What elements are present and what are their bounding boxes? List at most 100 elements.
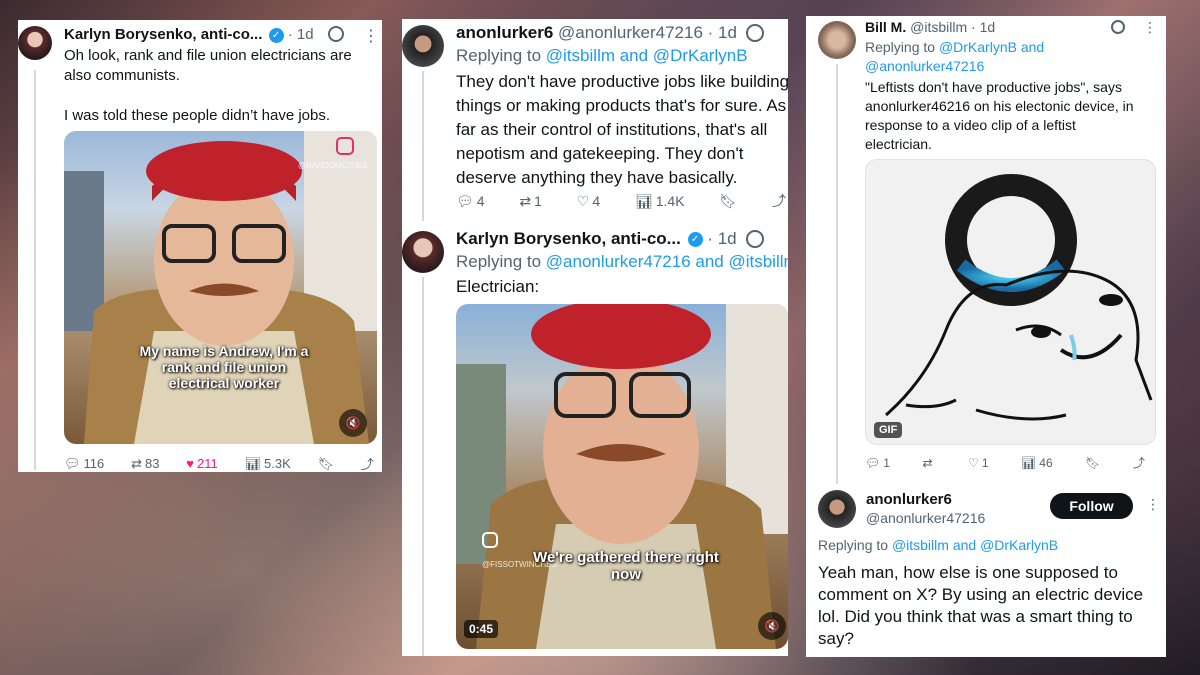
author-name[interactable]: anonlurker6 xyxy=(866,490,985,509)
heart-icon: ♡ xyxy=(968,455,979,470)
bookmark-button[interactable]: 🔖︎ xyxy=(1085,456,1100,470)
author-name[interactable]: Karlyn Borysenko, anti-co... xyxy=(64,26,262,43)
reply-button[interactable]: 💬︎ 1 xyxy=(865,456,890,470)
reply-icon: 💬︎ xyxy=(456,192,474,209)
caption-line: electrical worker xyxy=(168,375,280,392)
video-duration: 0:45 xyxy=(464,620,499,638)
tweet-time[interactable]: · 1d xyxy=(707,229,736,248)
replying-prefix: Replying to xyxy=(818,537,889,553)
repost-button[interactable]: ⇄ 83 xyxy=(131,456,159,472)
reply-icon: 💬︎ xyxy=(64,455,81,471)
replying-to-link[interactable]: @itsbillm and @DrKarlynB xyxy=(546,46,748,65)
like-button[interactable]: ♡ 4 xyxy=(577,193,600,210)
replying-to-link[interactable]: @itsbillm and @DrKarlynB xyxy=(892,537,1058,553)
tweet-text-line: nepotism and gatekeeping. They don't xyxy=(456,144,744,163)
mute-button[interactable]: 🔇 xyxy=(339,409,367,437)
tweet-time[interactable]: · 1d xyxy=(708,23,737,42)
gif-frame xyxy=(885,174,1153,421)
avatar[interactable] xyxy=(402,25,444,67)
tweet-text: Yeah man, how else is one supposed to co… xyxy=(818,562,1143,650)
caption-line: My name is Andrew, I'm a xyxy=(139,343,309,359)
bookmark-button[interactable]: 🔖︎ xyxy=(719,193,737,210)
tweet-text: Oh look, rank and file union electrician… xyxy=(64,46,352,126)
tweet-header: Karlyn Borysenko, anti-co... ✓ · 1d xyxy=(64,26,314,43)
avatar[interactable] xyxy=(18,26,52,60)
tweet-text-line: I was told these people didn’t have jobs… xyxy=(64,107,331,124)
author-name[interactable]: Bill M. xyxy=(865,19,906,35)
tweet-time[interactable]: · 1d xyxy=(288,26,314,43)
views-button[interactable]: 📊︎ 46 xyxy=(1021,456,1053,470)
grok-icon[interactable] xyxy=(746,24,764,42)
share-button[interactable]: ⤴ xyxy=(772,191,786,211)
tweet-text: They don't have productive jobs like bui… xyxy=(456,70,788,190)
caption-line: rank and file union xyxy=(161,359,287,376)
video-caption: My name is Andrew, I'm a rank and file u… xyxy=(104,343,344,391)
thread-line xyxy=(422,277,424,656)
share-icon: ⤴ xyxy=(771,193,786,209)
tweet-actions: 💬︎ 4 ⇄ 1 ♡ 4 📊︎ 1.4K 🔖︎ ⤴ xyxy=(456,191,786,211)
author-handle[interactable]: @anonlurker47216 xyxy=(866,509,985,528)
avatar[interactable] xyxy=(818,490,856,528)
follow-button[interactable]: Follow xyxy=(1050,493,1133,519)
view-count: 1.4K xyxy=(655,193,685,209)
grok-icon[interactable] xyxy=(328,26,344,42)
video-player[interactable]: @RANDOMCITIES My name is Andrew, I'm a r… xyxy=(64,131,377,444)
replying-to-link[interactable]: @anonlurker47216 xyxy=(865,57,1044,76)
repost-button[interactable]: ⇄ 1 xyxy=(519,193,542,210)
author-handle[interactable]: @itsbillm xyxy=(910,19,967,35)
tweet-text-line: things or making products that's for sur… xyxy=(456,96,787,115)
tweet-header: Karlyn Borysenko, anti-co... ✓ · 1d xyxy=(456,229,737,249)
bookmark-icon: 🔖︎ xyxy=(1085,455,1101,470)
author-name[interactable]: anonlurker6 xyxy=(456,23,553,42)
tweet-actions: 💬︎ 1 ⇄ ♡ 1 📊︎ 46 🔖︎ ⤴ xyxy=(865,454,1145,471)
grok-icon[interactable] xyxy=(1111,20,1125,34)
grok-icon[interactable] xyxy=(746,230,764,248)
replying-to-link[interactable]: @DrKarlynB and xyxy=(939,39,1044,55)
tweet-text-line: electrician. xyxy=(865,136,932,152)
thread-line xyxy=(836,64,838,484)
repost-button[interactable]: ⇄ xyxy=(922,456,935,470)
replying-prefix: Replying to xyxy=(456,46,542,65)
tweet-panel-left: Karlyn Borysenko, anti-co... ✓ · 1d ⋮ Oh… xyxy=(18,20,382,472)
caption-line: We're gathered there right xyxy=(533,549,719,566)
mute-button[interactable]: 🔇 xyxy=(758,612,786,640)
share-button[interactable]: ⤴ xyxy=(1133,454,1145,471)
more-options-icon[interactable]: ⋮ xyxy=(363,26,379,46)
tweet-text-line: They don't have productive jobs like bui… xyxy=(456,72,788,91)
avatar[interactable] xyxy=(402,231,444,273)
bookmark-icon: 🔖︎ xyxy=(317,455,335,471)
more-options-icon[interactable]: ⋮ xyxy=(1143,19,1157,36)
author-block: anonlurker6 @anonlurker47216 xyxy=(866,490,985,528)
heart-filled-icon: ♥ xyxy=(186,456,194,471)
heart-icon: ♡ xyxy=(576,192,590,209)
tweet-text-line: say? xyxy=(818,629,854,648)
video-watermark: @RANDOMCITIES xyxy=(298,161,368,170)
reply-button[interactable]: 💬︎ 116 xyxy=(64,456,104,472)
replying-to: Replying to @anonlurker47216 and @itsbil… xyxy=(456,252,788,272)
author-name[interactable]: Karlyn Borysenko, anti-co... xyxy=(456,229,681,248)
tweet-panel-middle: anonlurker6 @anonlurker47216 · 1d Replyi… xyxy=(402,19,788,656)
share-button[interactable]: ⤴ xyxy=(361,454,374,472)
view-count: 5.3K xyxy=(264,456,291,471)
repost-count: 1 xyxy=(534,193,542,209)
repost-icon: ⇄ xyxy=(922,455,933,470)
gif-player[interactable]: GIF xyxy=(865,159,1156,445)
tweet-text: "Leftists don't have productive jobs", s… xyxy=(865,78,1134,154)
views-button[interactable]: 📊︎ 1.4K xyxy=(635,193,685,210)
like-button[interactable]: ♡ 1 xyxy=(968,456,988,470)
reply-button[interactable]: 💬︎ 4 xyxy=(456,193,485,210)
views-button[interactable]: 📊︎ 5.3K xyxy=(245,456,291,472)
tweet-text-line: also communists. xyxy=(64,67,180,84)
bookmark-button[interactable]: 🔖︎ xyxy=(318,456,335,472)
author-handle[interactable]: @anonlurker47216 xyxy=(558,23,703,42)
replying-to-link[interactable]: @anonlurker47216 and @itsbillm xyxy=(546,252,788,271)
repost-icon: ⇄ xyxy=(131,455,142,471)
video-player[interactable]: @FISSOTWINCHES We're gathered there righ… xyxy=(456,304,788,649)
more-options-icon[interactable]: ⋮ xyxy=(1146,496,1160,513)
like-button[interactable]: ♥ 211 xyxy=(186,456,217,471)
views-chart-icon: 📊︎ xyxy=(244,455,262,471)
caption-line: now xyxy=(611,566,641,584)
tweet-time[interactable]: · 1d xyxy=(971,19,995,35)
speaker-muted-icon: 🔇 xyxy=(345,416,361,430)
avatar[interactable] xyxy=(818,21,856,59)
